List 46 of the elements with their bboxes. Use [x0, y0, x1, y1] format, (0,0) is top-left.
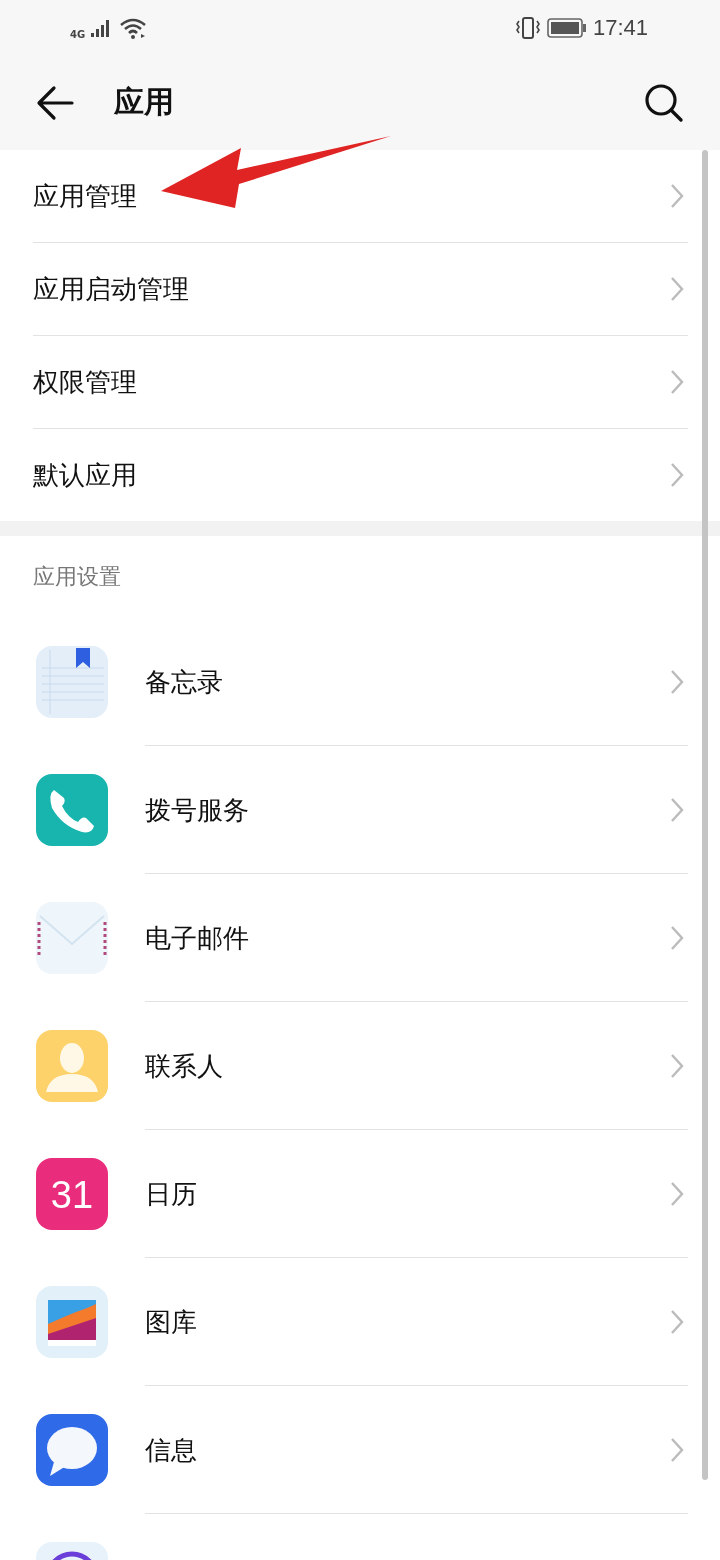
- menu-item[interactable]: 默认应用: [33, 429, 688, 521]
- menu-label: 权限管理: [33, 365, 137, 399]
- app-icon: [36, 774, 108, 846]
- chevron-icon: [670, 1053, 684, 1079]
- search-icon[interactable]: [644, 82, 684, 123]
- chevron-icon: [670, 925, 684, 951]
- menu-label: 应用启动管理: [33, 272, 189, 306]
- wifi-icon: [119, 16, 148, 39]
- section-title: 应用设置: [32, 563, 121, 591]
- chevron-icon: [670, 276, 684, 302]
- app-label: 图库: [145, 1305, 198, 1339]
- app-label: 电子邮件: [145, 921, 250, 955]
- app-item[interactable]: 备忘录: [0, 618, 720, 746]
- menu-label: 默认应用: [33, 458, 137, 492]
- menu-item[interactable]: 应用启动管理: [33, 243, 688, 336]
- app-icon: [36, 1414, 108, 1486]
- app-item[interactable]: 信息: [0, 1386, 720, 1514]
- chevron-icon: [670, 1309, 684, 1335]
- app-icon: [36, 902, 108, 974]
- app-label: 备忘录: [145, 665, 224, 699]
- app-icon: [36, 1286, 108, 1358]
- network-label: 4G: [70, 29, 86, 40]
- chevron-icon: [670, 183, 684, 209]
- chevron-icon: [670, 797, 684, 823]
- chevron-icon: [670, 1181, 684, 1207]
- app-icon: [36, 646, 108, 718]
- app-icon: 31: [36, 1158, 108, 1230]
- app-icon: [36, 1030, 108, 1102]
- page-title: 应用: [114, 83, 175, 121]
- vibrate-icon: [514, 15, 541, 40]
- app-label: 日历: [145, 1177, 198, 1211]
- app-item[interactable]: 电子邮件: [0, 874, 720, 1002]
- app-label: 联系人: [145, 1049, 224, 1083]
- battery-icon: [546, 17, 587, 38]
- chevron-icon: [670, 369, 684, 395]
- back-icon[interactable]: [36, 84, 76, 121]
- menu-item[interactable]: 权限管理: [33, 336, 688, 429]
- app-item[interactable]: 31 日历: [0, 1130, 720, 1258]
- chevron-icon: [670, 462, 684, 488]
- menu-label: 应用管理: [33, 179, 137, 213]
- chevron-icon: [670, 669, 684, 695]
- app-label: 信息: [145, 1433, 198, 1467]
- chevron-icon: [670, 1437, 684, 1463]
- clock: 17:41: [592, 14, 648, 41]
- app-label: 拨号服务: [145, 793, 250, 827]
- app-item[interactable]: 拨号服务: [0, 746, 720, 874]
